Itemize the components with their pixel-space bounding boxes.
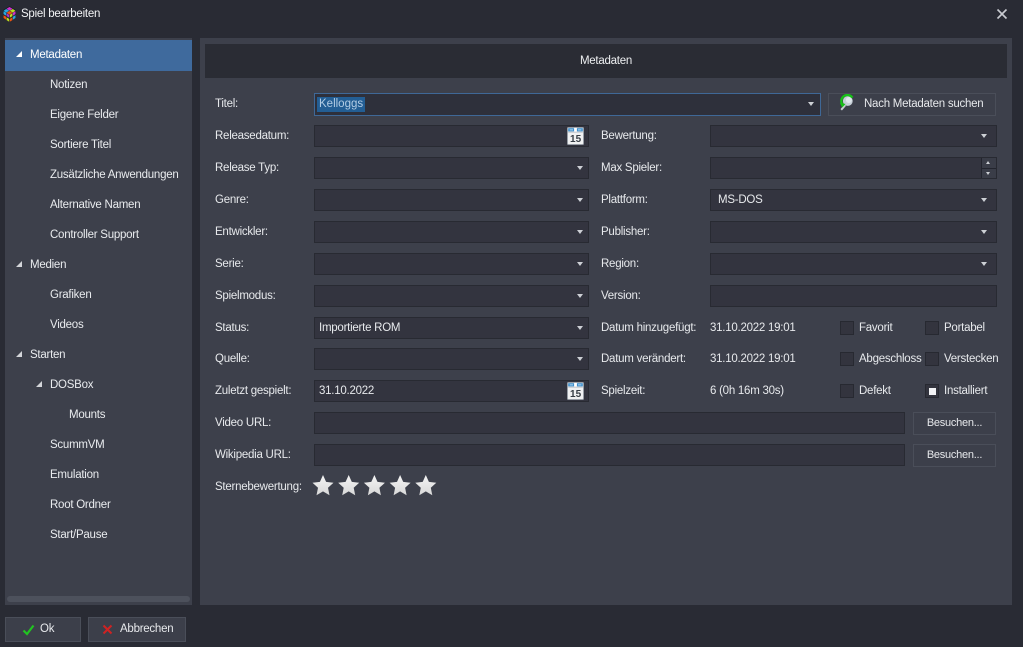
svg-text:15: 15 (570, 134, 582, 145)
svg-text:15: 15 (570, 389, 582, 400)
